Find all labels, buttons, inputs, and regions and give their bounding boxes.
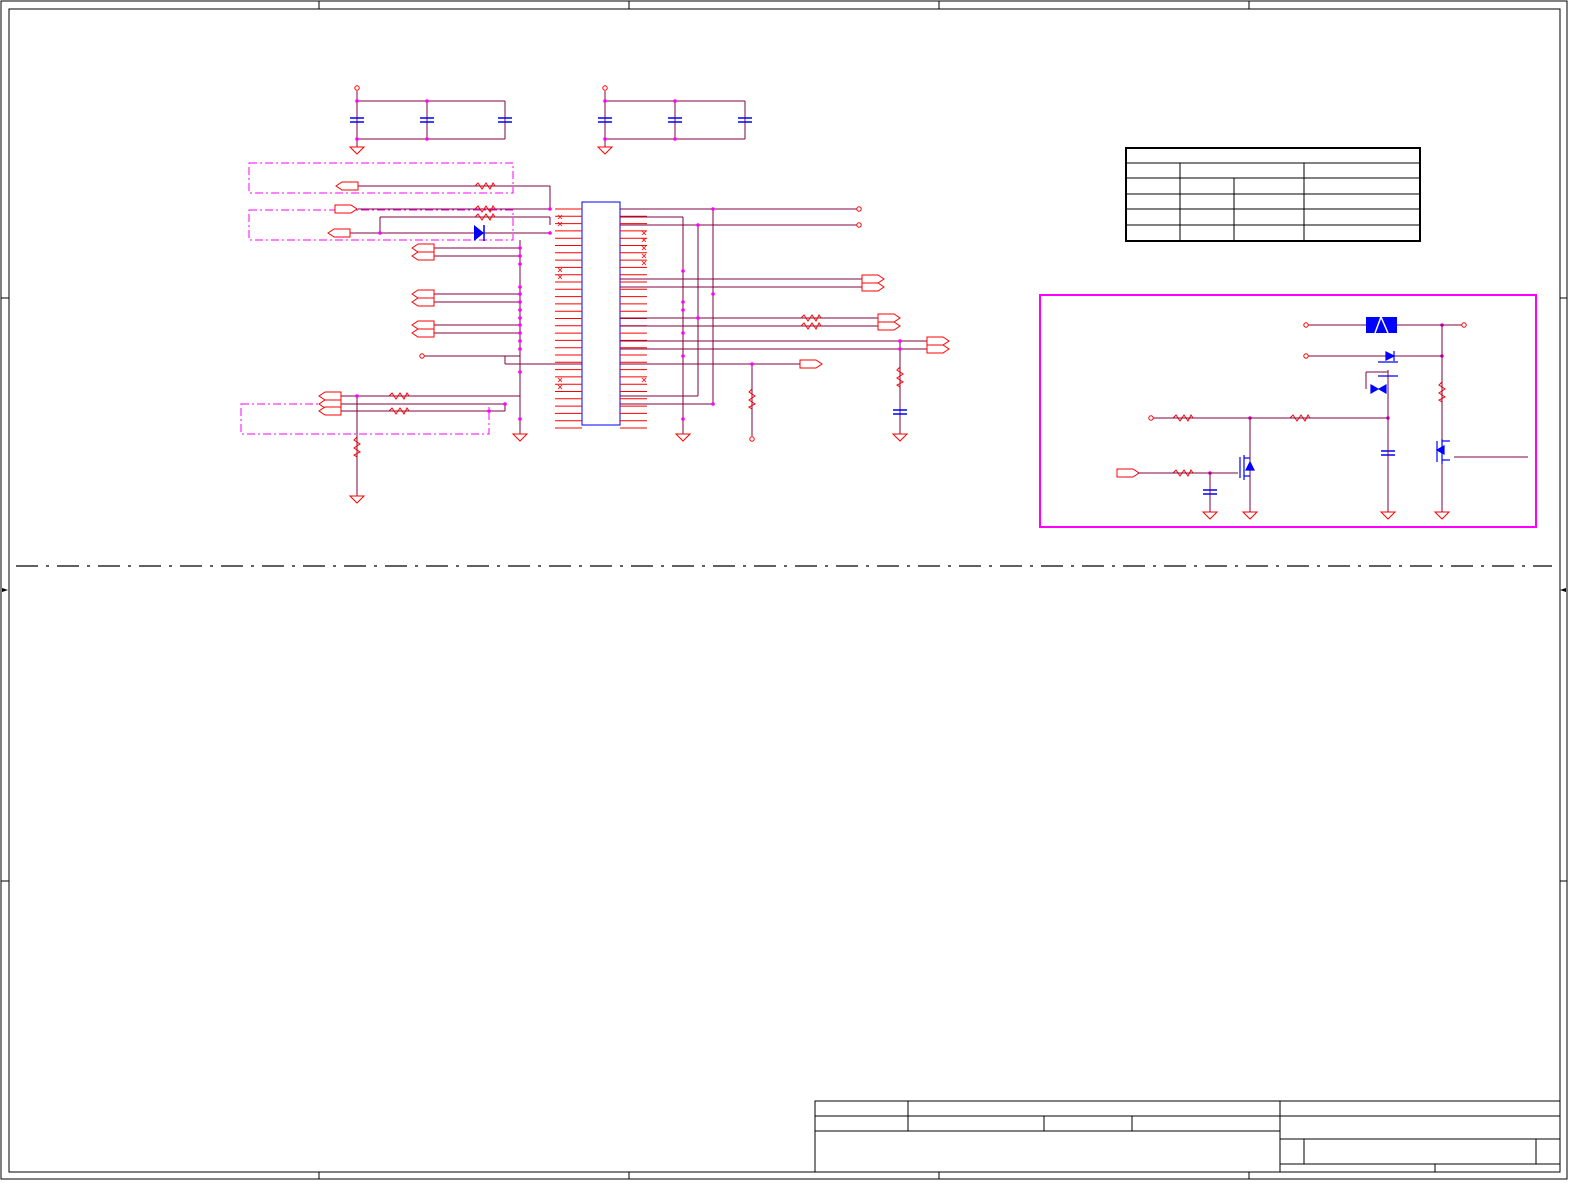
off-page-connector-icon <box>327 228 351 238</box>
junction-dot <box>518 417 522 421</box>
junction-dot <box>518 347 522 351</box>
no-connect-icon <box>557 377 563 383</box>
ground-icon <box>348 146 366 155</box>
off-page-connector-icon <box>877 313 901 323</box>
off-page-connector-icon <box>861 282 885 292</box>
connector-body <box>581 201 621 426</box>
junction-dot <box>518 246 522 250</box>
junction-dot <box>518 331 522 335</box>
junction-dot <box>898 339 902 343</box>
junction-dot <box>681 331 685 335</box>
no-connect-icon <box>557 384 563 390</box>
junction-dot <box>681 308 685 312</box>
junction-dot <box>548 231 552 235</box>
off-page-connector-icon <box>318 391 342 401</box>
no-connect-icon <box>641 260 647 266</box>
ground-icon <box>1201 511 1219 520</box>
off-page-connectors <box>318 181 1140 478</box>
ground-icon <box>891 433 909 442</box>
capacitors <box>350 117 1395 495</box>
ground-icon <box>511 433 529 442</box>
ground-icon <box>1379 511 1397 520</box>
off-page-connector-icon <box>877 321 901 331</box>
off-page-connector-icon <box>861 274 885 284</box>
junction-dot <box>711 292 715 296</box>
schematic-sheet <box>0 0 1568 1180</box>
junction-dot <box>548 207 552 211</box>
ground-icon <box>674 433 692 442</box>
off-page-connector-icon <box>411 243 435 253</box>
left-wiring <box>341 185 582 496</box>
junction-dot <box>711 207 715 211</box>
junction-dot <box>681 269 685 273</box>
power-switch-wiring <box>1138 324 1528 512</box>
fuse-icon <box>1366 315 1397 334</box>
junction-dot <box>355 99 359 103</box>
junction-dot <box>518 323 522 327</box>
no-connect-icon <box>641 245 647 251</box>
junction-dot <box>378 231 382 235</box>
junction-dot <box>898 347 902 351</box>
ground-icon <box>1241 511 1259 520</box>
off-page-connector-icon <box>411 289 435 299</box>
junction-dot <box>750 362 754 366</box>
junction-dot <box>518 285 522 289</box>
off-page-connector-icon <box>926 336 950 346</box>
test-point-icon <box>1148 322 1467 421</box>
junction-dot <box>425 99 429 103</box>
junction-dot <box>681 417 685 421</box>
highlight-box <box>240 162 514 435</box>
off-page-connector-icon <box>334 204 358 214</box>
junction-dot <box>518 339 522 343</box>
ground-icon <box>596 146 614 155</box>
junction-dot <box>503 402 507 406</box>
power-switch-box <box>1039 294 1537 528</box>
junction-dot <box>518 370 522 374</box>
junction-dot <box>518 316 522 320</box>
junction-dot <box>673 137 677 141</box>
junction-dot <box>681 354 685 358</box>
junction-dot <box>603 137 607 141</box>
zone-arrow-left <box>2 588 1566 592</box>
no-connect-icon <box>557 214 563 220</box>
no-connect-icon <box>641 377 647 383</box>
off-page-connector-icon <box>335 181 359 191</box>
junction-dot <box>355 394 359 398</box>
off-page-connector-icon <box>799 359 823 369</box>
junction-dot <box>696 316 700 320</box>
ground-icon <box>348 495 366 504</box>
power-port-icon <box>354 85 608 91</box>
off-page-connector-icon <box>318 406 342 416</box>
junction-dot <box>711 402 715 406</box>
ground-icon <box>1433 511 1451 520</box>
decoupling-group-1 <box>356 91 506 147</box>
off-page-connector-icon <box>411 320 435 330</box>
junction-dot <box>518 262 522 266</box>
junction-dot <box>673 99 677 103</box>
junction-dot <box>696 223 700 227</box>
off-page-connector-icon <box>926 344 950 354</box>
junction-dot <box>425 137 429 141</box>
junction-dot <box>487 409 491 413</box>
no-connect-icon <box>641 230 647 236</box>
off-page-connector-icon <box>411 251 435 261</box>
junction-dot <box>518 292 522 296</box>
no-connect-icon <box>557 267 563 273</box>
config-table <box>1125 147 1421 242</box>
junction-dot <box>518 308 522 312</box>
diode-icon <box>474 225 485 241</box>
junction-dot <box>681 300 685 304</box>
junction-dot <box>518 300 522 304</box>
off-page-connector-icon <box>411 328 435 338</box>
junction-dot <box>603 99 607 103</box>
off-page-connector-icon <box>1116 468 1140 478</box>
mosfet-icon <box>1239 351 1450 480</box>
off-page-connector-icon <box>411 297 435 307</box>
title-block <box>814 1100 1561 1173</box>
no-connect-icon <box>557 274 563 280</box>
junction-dot <box>355 137 359 141</box>
no-connect-icon <box>641 253 647 259</box>
junction-dot <box>518 254 522 258</box>
